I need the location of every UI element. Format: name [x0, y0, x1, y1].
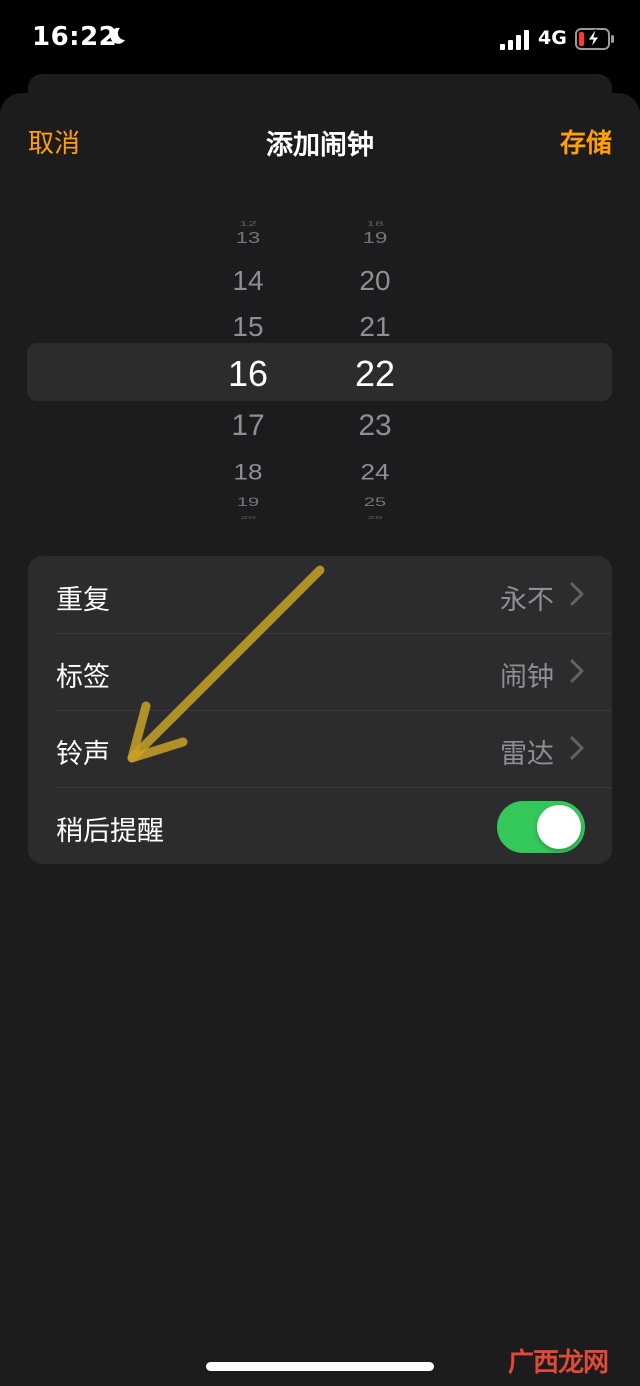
cancel-button[interactable]: 取消	[28, 123, 80, 160]
nav-title: 添加闹钟	[266, 130, 374, 161]
watermark-logo: 广西龙网	[508, 1348, 609, 1378]
hour-option: 12	[239, 219, 257, 228]
minute-option: 26	[367, 514, 383, 520]
add-alarm-sheet: 添加闹钟 取消 存储 12 13 14 15 16 17 18 19 20 18…	[0, 93, 640, 1386]
hour-option: 20	[240, 514, 256, 520]
selected-hour: 16	[227, 353, 269, 394]
label-label: 标签	[56, 662, 110, 693]
minute-option: 18	[366, 219, 384, 228]
status-time: 16:22	[32, 22, 118, 52]
snooze-row: 稍后提醒	[28, 787, 612, 864]
repeat-label: 重复	[56, 585, 110, 616]
snooze-toggle[interactable]	[497, 801, 585, 853]
minute-option: 24	[360, 459, 390, 485]
chevron-right-icon	[570, 736, 584, 760]
picker-selection-highlight	[27, 343, 612, 401]
hour-option: 15	[232, 311, 264, 342]
minute-option: 21	[359, 311, 391, 342]
alarm-settings-list: 重复 永不 标签 闹钟 铃声 雷达 稍后提醒	[28, 556, 612, 864]
network-type: 4G	[538, 27, 567, 49]
selected-minute: 22	[354, 353, 396, 394]
hour-option: 17	[231, 409, 265, 442]
hour-wheel[interactable]: 12 13 14 15 16 17 18 19 20	[198, 203, 298, 523]
minute-option: 25	[363, 495, 387, 509]
screen: 16:22 4G 添加闹钟 取消 存储 12 13 14 15 16 17 18…	[0, 0, 640, 1386]
signal-icon	[500, 30, 529, 50]
home-indicator[interactable]	[206, 1362, 434, 1371]
label-value: 闹钟	[500, 662, 554, 693]
hour-option: 19	[236, 495, 260, 509]
toggle-knob	[537, 805, 581, 849]
save-button[interactable]: 存储	[560, 123, 612, 160]
minute-option: 20	[359, 265, 391, 296]
chevron-right-icon	[570, 582, 584, 606]
snooze-label: 稍后提醒	[56, 816, 164, 847]
hour-option: 13	[235, 228, 261, 247]
hour-option: 18	[233, 459, 263, 485]
minute-option: 23	[358, 409, 392, 442]
moon-icon	[110, 27, 125, 44]
minute-option: 19	[362, 228, 388, 247]
sound-value: 雷达	[500, 739, 554, 770]
label-row[interactable]: 标签 闹钟	[28, 633, 612, 710]
hour-option: 14	[232, 265, 264, 296]
sound-row[interactable]: 铃声 雷达	[28, 710, 612, 787]
sound-label: 铃声	[56, 739, 110, 770]
chevron-right-icon	[570, 659, 584, 683]
minute-wheel[interactable]: 18 19 20 21 22 23 24 25 26	[325, 203, 425, 523]
repeat-row[interactable]: 重复 永不	[28, 556, 612, 633]
battery-charging-icon	[575, 28, 614, 50]
repeat-value: 永不	[500, 585, 554, 616]
